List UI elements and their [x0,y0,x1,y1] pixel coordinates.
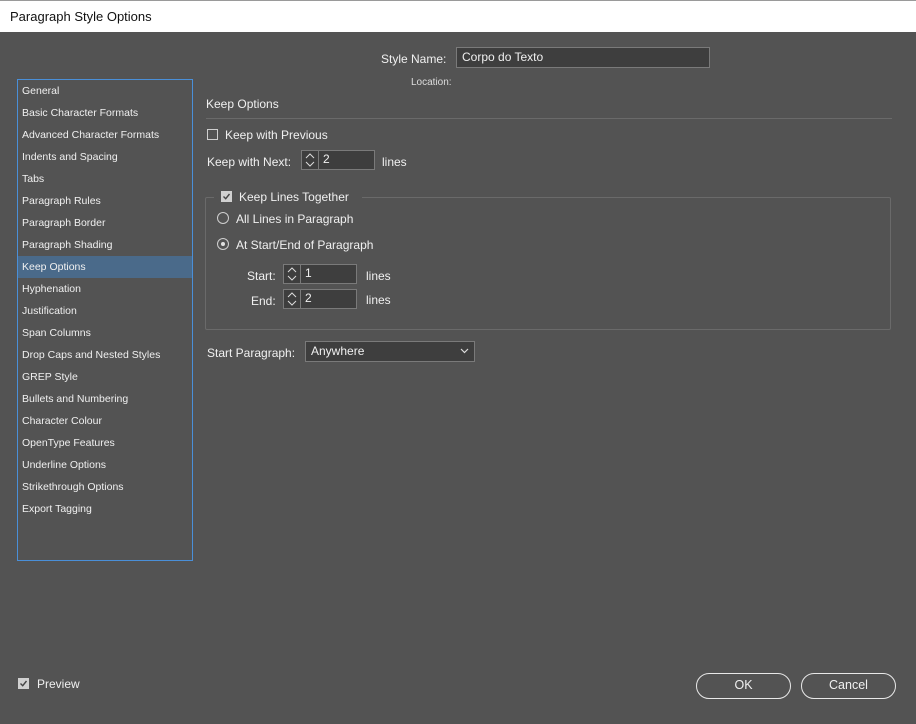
window-title: Paragraph Style Options [10,9,152,24]
end-unit: lines [366,293,391,307]
section-divider [206,118,892,119]
end-label: End: [251,294,276,308]
all-lines-radio[interactable] [217,212,229,224]
style-name-input[interactable]: Corpo do Texto [456,47,710,68]
keep-lines-together-checkbox[interactable] [221,191,232,202]
sidebar-item-paragraph-shading[interactable]: Paragraph Shading [18,234,192,256]
checkmark-icon [20,680,28,687]
sidebar-item-character-colour[interactable]: Character Colour [18,410,192,432]
start-paragraph-label: Start Paragraph: [207,346,296,360]
sidebar-item-basic-character-formats[interactable]: Basic Character Formats [18,102,192,124]
sidebar-item-export-tagging[interactable]: Export Tagging [18,498,192,520]
end-value[interactable]: 2 [305,291,312,305]
stepper-arrows-icon[interactable] [284,290,301,308]
keep-with-previous-checkbox[interactable] [207,129,218,140]
start-paragraph-select[interactable]: Anywhere [305,341,475,362]
chevron-down-icon [460,348,469,354]
sidebar-item-drop-caps-and-nested-styles[interactable]: Drop Caps and Nested Styles [18,344,192,366]
sidebar-item-keep-options[interactable]: Keep Options [18,256,192,278]
keep-with-next-value[interactable]: 2 [323,152,330,166]
category-list[interactable]: General Basic Character Formats Advanced C… [17,79,193,561]
keep-with-previous-label: Keep with Previous [225,128,328,142]
sidebar-item-general[interactable]: General [18,80,192,102]
keep-with-next-label: Keep with Next: [207,155,292,169]
cancel-button[interactable]: Cancel [801,673,896,699]
at-start-end-label: At Start/End of Paragraph [236,238,374,252]
keep-lines-together-label: Keep Lines Together [239,190,349,204]
dialog-body: General Basic Character Formats Advanced C… [0,32,916,724]
location-label: Location: [411,77,452,88]
sidebar-item-grep-style[interactable]: GREP Style [18,366,192,388]
sidebar-item-bullets-and-numbering[interactable]: Bullets and Numbering [18,388,192,410]
style-name-label: Style Name: [381,52,447,66]
stepper-arrows-icon[interactable] [284,265,301,283]
sidebar-item-advanced-character-formats[interactable]: Advanced Character Formats [18,124,192,146]
sidebar-item-paragraph-rules[interactable]: Paragraph Rules [18,190,192,212]
start-value[interactable]: 1 [305,266,312,280]
keep-with-next-stepper[interactable]: 2 [301,150,375,170]
stepper-arrows-icon[interactable] [302,151,319,169]
sidebar-item-paragraph-border[interactable]: Paragraph Border [18,212,192,234]
sidebar-item-opentype-features[interactable]: OpenType Features [18,432,192,454]
sidebar-item-justification[interactable]: Justification [18,300,192,322]
sidebar-item-underline-options[interactable]: Underline Options [18,454,192,476]
end-stepper[interactable]: 2 [283,289,357,309]
start-label: Start: [247,269,276,283]
keep-with-next-unit: lines [382,155,407,169]
start-stepper[interactable]: 1 [283,264,357,284]
sidebar-item-indents-and-spacing[interactable]: Indents and Spacing [18,146,192,168]
ok-button[interactable]: OK [696,673,791,699]
start-unit: lines [366,269,391,283]
start-paragraph-value: Anywhere [311,344,365,358]
all-lines-label: All Lines in Paragraph [236,212,354,226]
title-bar: Paragraph Style Options [0,0,916,32]
section-title: Keep Options [206,97,279,111]
checkmark-icon [223,193,231,200]
sidebar-item-strikethrough-options[interactable]: Strikethrough Options [18,476,192,498]
at-start-end-radio[interactable] [217,238,229,250]
sidebar-item-hyphenation[interactable]: Hyphenation [18,278,192,300]
preview-label: Preview [37,677,80,691]
preview-checkbox[interactable] [18,678,29,689]
sidebar-item-tabs[interactable]: Tabs [18,168,192,190]
sidebar-item-span-columns[interactable]: Span Columns [18,322,192,344]
